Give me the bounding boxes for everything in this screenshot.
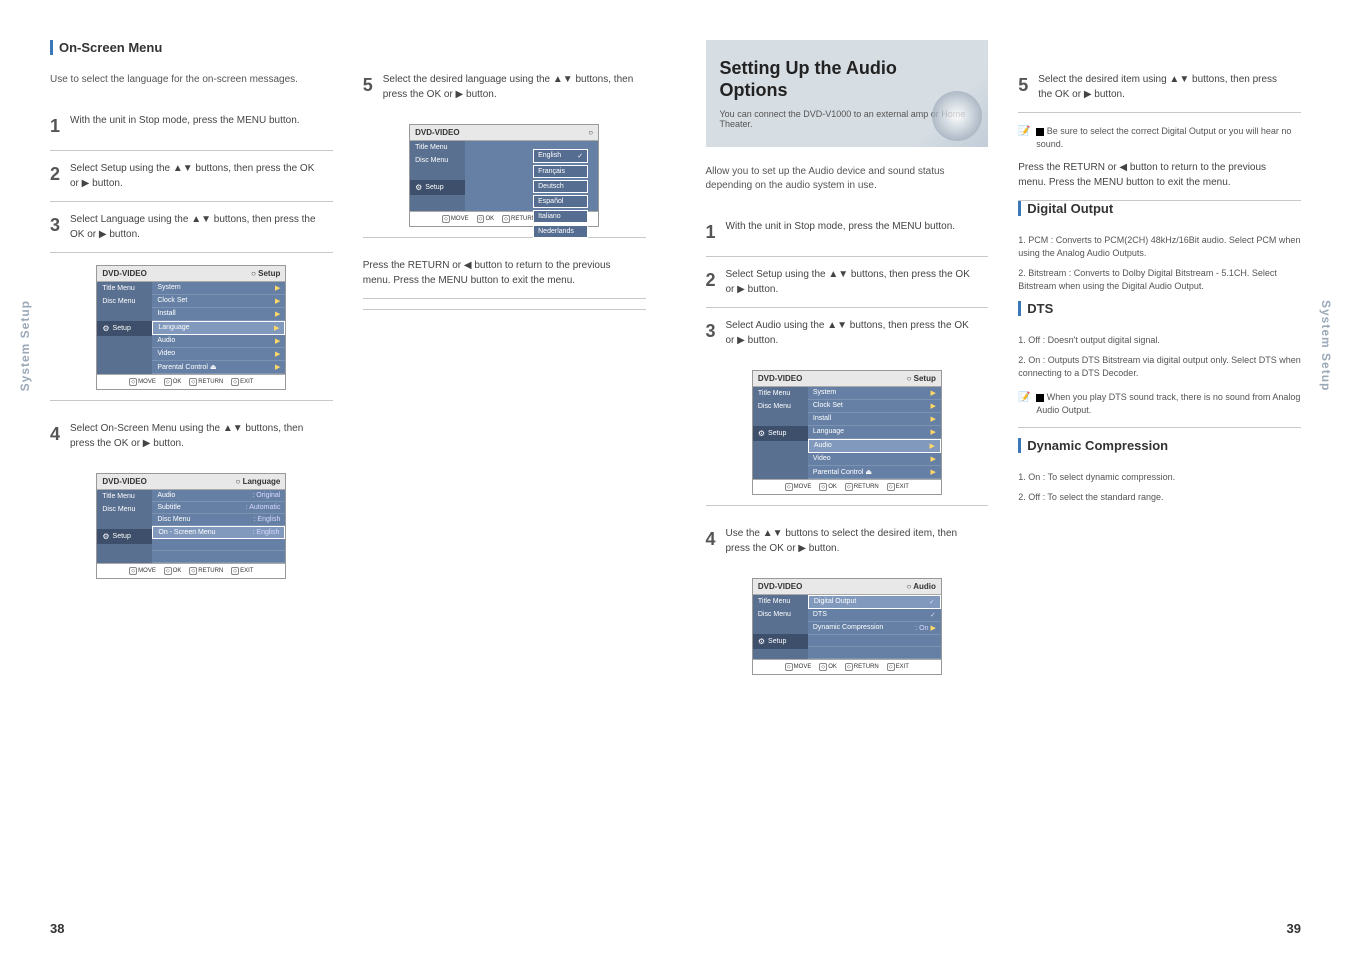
onscreen-intro: Use to select the language for the on-sc…	[50, 73, 333, 87]
dynamic-title: Dynamic Compression	[1018, 438, 1301, 453]
audio-intro: Allow you to set up the Audio device and…	[706, 165, 989, 193]
lang-option[interactable]: Nederlands	[533, 225, 588, 238]
osd-language: DVD-VIDEO○ Language Title Menu Disc Menu…	[96, 473, 286, 579]
note-digital-output: Be sure to select the correct Digital Ou…	[1018, 125, 1301, 150]
step-num: 2	[50, 161, 70, 188]
side-blank	[97, 308, 152, 321]
side-item[interactable]: Title Menu	[97, 282, 152, 295]
list-item[interactable]: Parental Control ⏏▶	[152, 361, 285, 374]
osd-audio: DVD-VIDEO○ Audio Title Menu Disc Menu ⚙S…	[752, 578, 942, 675]
step-text: With the unit in Stop mode, press the ME…	[70, 113, 325, 128]
dyn-item-1: 1. On : To select dynamic compression.	[1018, 471, 1301, 484]
list-item-highlight[interactable]: Language▶	[152, 321, 285, 335]
side-setup-selected[interactable]: ⚙Setup	[97, 321, 152, 336]
lang-option[interactable]: Italiano	[533, 210, 588, 223]
digital-output-title: Digital Output	[1018, 201, 1301, 216]
lang-option[interactable]: Deutsch	[533, 180, 588, 193]
osd-footer: ◇MOVE ◇OK ◇RETURN ◇EXIT	[97, 374, 285, 389]
list-item[interactable]: Install▶	[152, 308, 285, 321]
osd-head: DVD-VIDEO	[102, 269, 146, 278]
side-tab-right: System Setup	[1319, 300, 1333, 391]
osd-setup-audio: DVD-VIDEO○ Setup Title Menu Disc Menu ⚙S…	[752, 370, 942, 495]
osd-sidebar: Title Menu Disc Menu ⚙Setup	[97, 282, 152, 374]
left-page: System Setup 38 On-Screen Menu Use to se…	[0, 0, 676, 954]
osd-language-select: DVD-VIDEO○ Title Menu Disc Menu ⚙Setup E…	[409, 124, 599, 227]
list-item[interactable]: Audio▶	[152, 335, 285, 348]
page-number-left: 38	[50, 921, 64, 936]
digital-item-2: 2. Bitstream : Converts to Dolby Digital…	[1018, 267, 1301, 292]
step-num: 3	[50, 212, 70, 239]
left-col-1: On-Screen Menu Use to select the languag…	[50, 40, 333, 579]
osd-head-r: ○ Setup	[251, 269, 280, 278]
step-text: Select Language using the ▲▼ buttons, th…	[70, 212, 325, 242]
check-icon: ✓	[577, 152, 583, 160]
osd-list: System▶ Clock Set▶ Install▶ Language▶ Au…	[152, 282, 285, 374]
step-num: 5	[363, 72, 383, 99]
dyn-item-2: 2. Off : To select the standard range.	[1018, 491, 1301, 504]
list-item[interactable]: Video▶	[152, 348, 285, 361]
step-text: Select On-Screen Menu using the ▲▼ butto…	[70, 421, 325, 451]
page-number-right: 39	[1287, 921, 1301, 936]
step-text: Press the RETURN or ◀ button to return t…	[363, 258, 618, 288]
dts-item-1: 1. Off : Doesn't output digital signal.	[1018, 334, 1301, 347]
lang-option[interactable]: Français	[533, 165, 588, 178]
side-item[interactable]: Disc Menu	[97, 295, 152, 308]
right-arrow-icon: ▶	[275, 284, 280, 292]
step-num: 4	[50, 421, 70, 448]
feature-title-1: Setting Up the Audio	[720, 58, 897, 78]
step-text: Select Setup using the ▲▼ buttons, then …	[70, 161, 325, 191]
lang-option[interactable]: English	[538, 152, 561, 160]
list-item[interactable]: Clock Set▶	[152, 295, 285, 308]
feature-box: Setting Up the AudioOptions You can conn…	[706, 40, 989, 147]
note-dts: When you play DTS sound track, there is …	[1018, 391, 1301, 416]
side-tab-left: System Setup	[18, 300, 32, 391]
right-page: System Setup 39 Setting Up the AudioOpti…	[676, 0, 1351, 954]
feature-title-2: Options	[720, 80, 788, 100]
left-col-2: 5Select the desired language using the ▲…	[363, 40, 646, 579]
dts-title: DTS	[1018, 301, 1301, 316]
disc-icon	[932, 91, 982, 141]
osd-setup: DVD-VIDEO○ Setup Title Menu Disc Menu ⚙S…	[96, 265, 286, 390]
right-col-1: Setting Up the AudioOptions You can conn…	[706, 40, 989, 675]
onscreen-title: On-Screen Menu	[50, 40, 333, 55]
right-col-2: 5Select the desired item using ▲▼ button…	[1018, 40, 1301, 675]
step-num: 1	[50, 113, 70, 140]
lang-option[interactable]: Español	[533, 195, 588, 208]
dts-item-2: 2. On : Outputs DTS Bitstream via digita…	[1018, 354, 1301, 379]
digital-item-1: 1. PCM : Converts to PCM(2CH) 48kHz/16Bi…	[1018, 234, 1301, 259]
list-item[interactable]: System▶	[152, 282, 285, 295]
step-text: Select the desired language using the ▲▼…	[383, 72, 638, 102]
gear-icon: ⚙	[102, 324, 109, 333]
